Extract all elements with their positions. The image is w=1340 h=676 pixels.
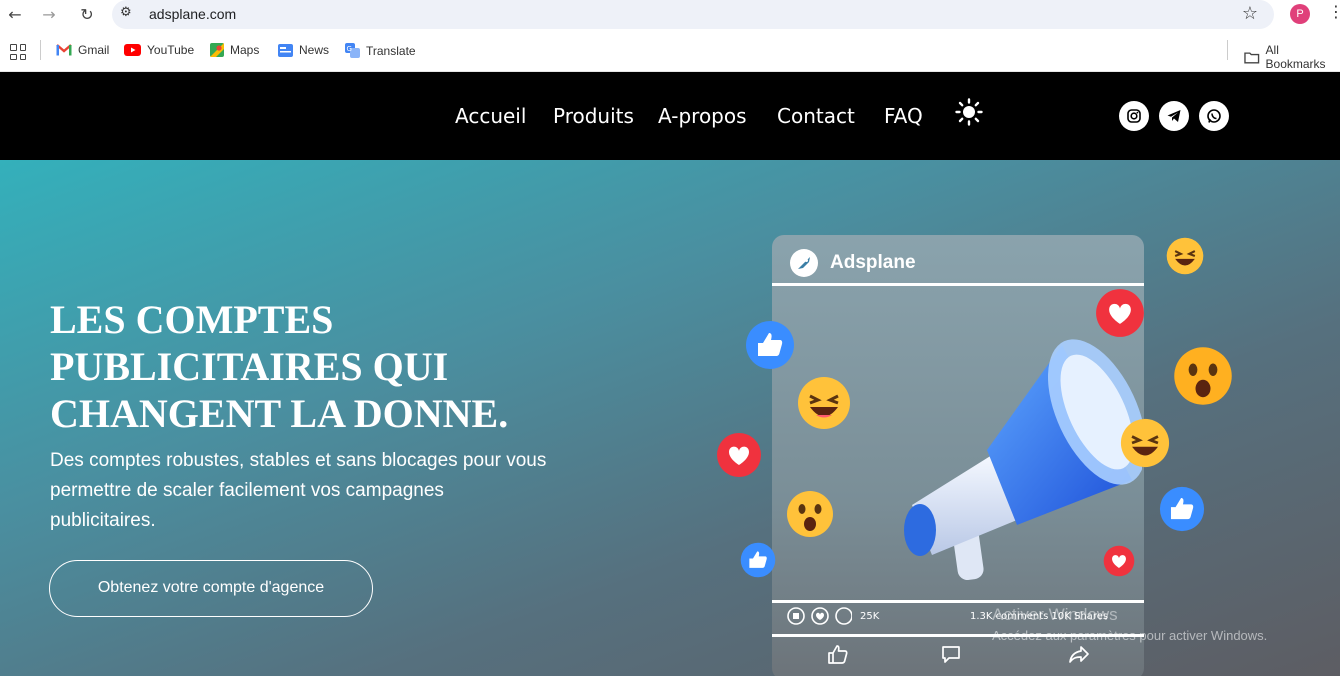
nav-contact[interactable]: Contact <box>777 104 855 128</box>
reaction-icons <box>787 607 852 625</box>
bookmark-youtube[interactable]: YouTube <box>124 43 194 57</box>
all-bookmarks[interactable]: All Bookmarks <box>1244 43 1340 71</box>
comment-icon[interactable] <box>940 643 962 665</box>
bookmark-gmail[interactable]: Gmail <box>56 43 109 57</box>
wow-emoji-icon <box>787 491 833 537</box>
url-text[interactable]: adsplane.com <box>149 6 236 22</box>
reload-icon[interactable]: ↻ <box>76 4 98 26</box>
telegram-button[interactable] <box>1159 101 1189 131</box>
wow-emoji-large-icon <box>1174 347 1232 405</box>
youtube-icon <box>124 44 141 56</box>
laughing-emoji-icon <box>798 377 850 429</box>
windows-activation-subtitle: Accédez aux paramètres pour activer Wind… <box>992 628 1268 643</box>
site-header: Accueil Produits A-propos Contact FAQ <box>0 72 1340 160</box>
bookmark-maps[interactable]: Maps <box>210 43 259 57</box>
like-icon[interactable] <box>826 643 850 665</box>
maps-icon <box>210 43 224 57</box>
nav-faq[interactable]: FAQ <box>884 104 923 128</box>
hero-title: LES COMPTES PUBLICITAIRES QUI CHANGENT L… <box>50 297 509 436</box>
profile-avatar[interactable]: P <box>1290 4 1310 24</box>
svg-text:G: G <box>347 45 352 53</box>
post-divider-top <box>772 283 1144 286</box>
bookmark-news[interactable]: News <box>278 43 329 57</box>
nav-produits[interactable]: Produits <box>553 104 634 128</box>
gmail-icon <box>56 44 72 56</box>
address-bar[interactable]: ⚙ adsplane.com ☆ <box>112 0 1274 29</box>
rocket-logo-icon <box>790 249 818 277</box>
thumbs-up-small-reaction-icon <box>740 542 776 578</box>
folder-icon <box>1244 51 1260 64</box>
bookmarks-divider-right <box>1227 40 1228 60</box>
translate-icon: G <box>345 43 360 58</box>
get-agency-account-button[interactable]: Obtenez votre compte d'agence <box>49 560 373 617</box>
site-settings-icon[interactable]: ⚙ <box>120 5 132 20</box>
forward-icon[interactable]: → <box>38 4 60 26</box>
bookmarks-divider <box>40 40 41 60</box>
share-icon[interactable] <box>1068 643 1090 665</box>
browser-menu-icon[interactable]: ⋮ <box>1328 2 1340 21</box>
post-brand-name: Adsplane <box>830 252 916 273</box>
apps-icon[interactable] <box>10 44 26 60</box>
back-icon[interactable]: ← <box>4 4 26 26</box>
hero-section: LES COMPTES PUBLICITAIRES QUI CHANGENT L… <box>0 160 1340 676</box>
windows-activation-title: Activer Windows <box>992 605 1118 624</box>
instagram-button[interactable] <box>1119 101 1149 131</box>
telegram-icon <box>1167 110 1181 122</box>
nav-accueil[interactable]: Accueil <box>455 104 526 128</box>
bookmark-star-icon[interactable]: ☆ <box>1242 3 1258 24</box>
whatsapp-icon <box>1207 109 1221 123</box>
heart-reaction-small-icon <box>1103 545 1135 577</box>
nav-a-propos[interactable]: A-propos <box>658 104 747 128</box>
bookmark-translate[interactable]: G Translate <box>345 43 416 58</box>
heart-reaction-large-icon <box>1096 289 1144 337</box>
news-icon <box>278 43 293 57</box>
heart-reaction-icon <box>717 433 761 477</box>
thumbs-up-reaction-icon <box>746 321 794 369</box>
sun-icon[interactable] <box>955 98 983 126</box>
post-divider-middle <box>772 600 1144 603</box>
instagram-icon <box>1127 109 1141 123</box>
reactions-count: 25K <box>860 611 880 622</box>
laughing-emoji-small-icon <box>1166 237 1204 275</box>
laughing-emoji-overlay-icon <box>1120 418 1170 468</box>
thumbs-up-right-reaction-icon <box>1159 486 1205 532</box>
bookmarks-bar: Gmail YouTube Maps News G Translate All … <box>0 30 1340 72</box>
whatsapp-button[interactable] <box>1199 101 1229 131</box>
browser-toolbar: ← → ↻ ⚙ adsplane.com ☆ P ⋮ <box>0 0 1340 30</box>
hero-subtitle: Des comptes robustes, stables et sans bl… <box>50 450 547 531</box>
